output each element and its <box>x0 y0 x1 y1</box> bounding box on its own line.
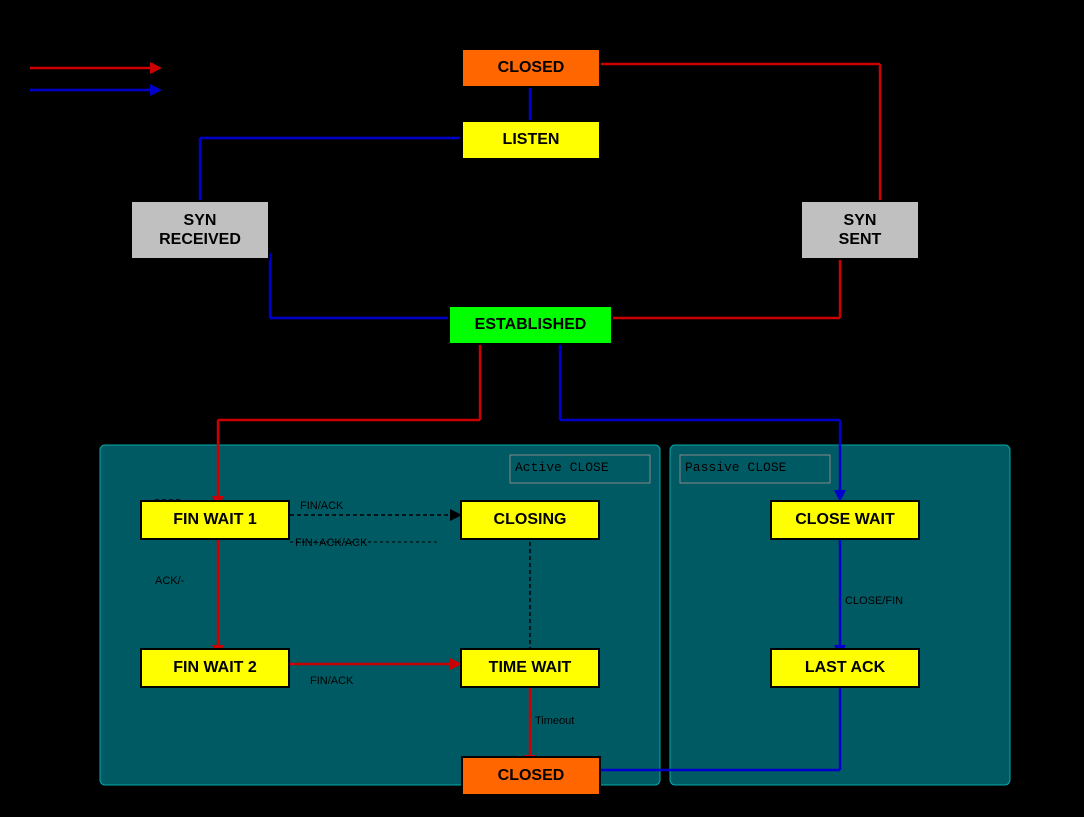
close-wait-state: CLOSE WAIT <box>770 500 920 540</box>
fin-wait-2-state: FIN WAIT 2 <box>140 648 290 688</box>
closed-bottom-state: CLOSED <box>461 756 601 796</box>
syn-received-state: SYNRECEIVED <box>130 200 270 260</box>
last-ack-state: LAST ACK <box>770 648 920 688</box>
close-fin-label: CLOSE/FIN <box>845 595 903 607</box>
ack-label: ACK/- <box>155 575 184 587</box>
time-wait-state: TIME WAIT <box>460 648 600 688</box>
listen-state: LISTEN <box>461 120 601 160</box>
fin-ack-label-1: FIN/ACK <box>300 500 343 512</box>
syn-sent-state: SYNSENT <box>800 200 920 260</box>
established-state: ESTABLISHED <box>448 305 613 345</box>
fin-wait-1-state: FIN WAIT 1 <box>140 500 290 540</box>
timeout-label: Timeout <box>535 715 574 727</box>
fin-ack-ack-label: FIN+ACK/ACK <box>295 537 367 549</box>
fin-ack-label-2: FIN/ACK <box>310 675 353 687</box>
active-close-label: Active CLOSE <box>515 460 609 475</box>
passive-close-label: Passive CLOSE <box>685 460 786 475</box>
closed-top-state: CLOSED <box>461 48 601 88</box>
closing-state: CLOSING <box>460 500 600 540</box>
